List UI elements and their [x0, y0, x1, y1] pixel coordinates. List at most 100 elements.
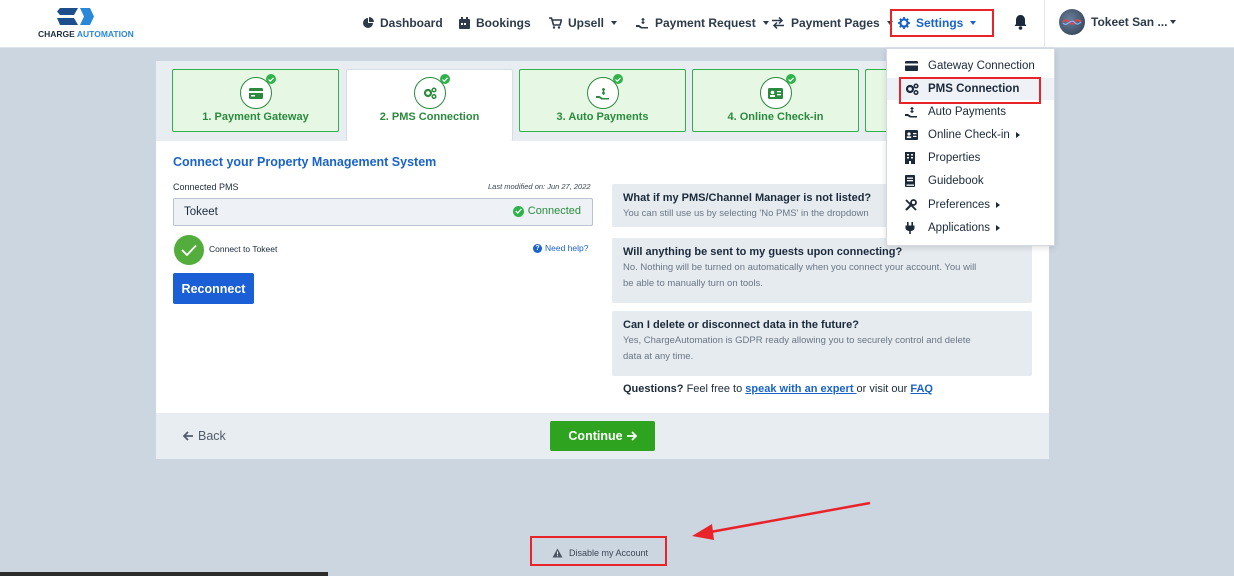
logo-icon [57, 8, 94, 25]
hand-dollar-icon [905, 107, 917, 118]
hand-dollar-icon [595, 87, 609, 99]
chevron-down-icon [762, 21, 769, 25]
questions-line: Questions? Feel free to speak with an ex… [623, 383, 933, 395]
chevron-right-icon [996, 202, 1001, 208]
chevron-down-icon [611, 21, 618, 25]
annotation-pms-highlight [899, 77, 1041, 104]
step-online-check-in[interactable]: 4. Online Check-in [692, 69, 859, 132]
menu-item-gateway-connection[interactable]: Gateway Connection [887, 55, 1054, 77]
check-icon [785, 74, 796, 84]
id-card-icon [768, 87, 783, 99]
menu-item-label: Guidebook [928, 175, 984, 187]
menu-item-label: Auto Payments [928, 106, 1006, 118]
step-label: 4. Online Check-in [727, 111, 824, 123]
dashboard-icon [363, 17, 374, 28]
avatar[interactable] [1059, 9, 1085, 35]
step-icon-circle [759, 74, 796, 109]
connect-to-pms-label: Connect to Tokeet [209, 244, 278, 254]
faq-question: Can I delete or disconnect data in the f… [623, 319, 859, 331]
connected-pms-field[interactable]: Tokeet Connected [173, 198, 593, 226]
continue-button[interactable]: Continue [550, 421, 655, 451]
step-payment-gateway[interactable]: 1. Payment Gateway [172, 69, 339, 132]
step-label: 2. PMS Connection [379, 111, 480, 123]
disable-account-text: Disable my Account [569, 548, 649, 558]
user-menu[interactable]: Tokeet San ... [1091, 15, 1177, 29]
nav-label: Bookings [476, 16, 531, 30]
menu-item-label: Online Check-in [928, 129, 1010, 141]
check-circle-icon [512, 205, 524, 217]
faq-answer: be able to manually turn on tools. [623, 278, 763, 289]
menu-item-label: Gateway Connection [928, 60, 1035, 72]
annotation-settings-highlight [890, 9, 994, 37]
step-pms-connection[interactable]: 2. PMS Connection [346, 69, 513, 141]
reconnect-button[interactable]: Reconnect [173, 273, 254, 304]
questions-text: or visit our [856, 383, 911, 395]
need-help-link[interactable]: ? Need help? [533, 243, 588, 253]
faq-question: Will anything be sent to my guests upon … [623, 246, 903, 258]
credit-card-icon [248, 87, 263, 99]
disable-account-link[interactable]: Disable my Account [552, 548, 648, 558]
credit-card-icon [905, 61, 918, 71]
step-label: 1. Payment Gateway [202, 111, 309, 123]
nav-upsell[interactable]: Upsell [549, 13, 618, 33]
menu-item-preferences[interactable]: Preferences [887, 194, 1054, 216]
back-label: Back [198, 429, 226, 443]
nav-label: Payment Request [655, 16, 756, 30]
brand-logo[interactable]: CHARGE AUTOMATION [38, 6, 134, 42]
faq-item: Will anything be sent to my guests upon … [612, 238, 1032, 303]
gears-icon [423, 87, 437, 99]
status-text: Connected [527, 205, 581, 217]
nav-label: Payment Pages [791, 16, 880, 30]
menu-item-properties[interactable]: Properties [887, 147, 1054, 169]
exchange-icon [772, 17, 784, 29]
nav-bookings[interactable]: Bookings [459, 13, 531, 33]
arrow-left-icon [183, 431, 193, 441]
question-circle-icon: ? [533, 243, 542, 253]
connect-check-icon[interactable] [174, 235, 204, 265]
chevron-right-icon [1015, 132, 1020, 138]
check-icon [265, 74, 276, 84]
faq-link[interactable]: FAQ [910, 383, 933, 395]
speak-with-expert-link[interactable]: speak with an expert [745, 383, 856, 395]
plug-icon [905, 222, 915, 234]
menu-item-label: Preferences [928, 199, 991, 211]
nav-payment-request[interactable]: Payment Request [636, 13, 769, 33]
calendar-icon [459, 17, 470, 29]
status-badge: Connected [512, 205, 581, 217]
need-help-text: Need help? [545, 243, 589, 253]
warning-icon [552, 548, 563, 558]
menu-item-online-check-in[interactable]: Online Check-in [887, 124, 1054, 146]
questions-text: Feel free to [683, 383, 746, 395]
faq-item: Can I delete or disconnect data in the f… [612, 311, 1032, 376]
last-modified: Last modified on: Jun 27, 2022 [488, 182, 591, 191]
avatar-image-icon [1062, 19, 1082, 25]
arrow-right-icon [626, 431, 637, 441]
connected-pms-label: Connected PMS [173, 182, 239, 192]
cart-icon [549, 17, 562, 29]
building-icon [905, 152, 915, 164]
check-icon [439, 74, 450, 84]
check-icon [612, 74, 623, 84]
back-button[interactable]: Back [183, 429, 226, 443]
faq-answer: data at any time. [623, 351, 694, 362]
user-name: Tokeet San ... [1091, 15, 1168, 29]
step-auto-payments[interactable]: 3. Auto Payments [519, 69, 686, 132]
questions-prefix: Questions? [623, 383, 684, 395]
nav-payment-pages[interactable]: Payment Pages [771, 13, 893, 33]
bell-icon[interactable] [1014, 14, 1027, 30]
brand-name: CHARGE AUTOMATION [38, 29, 134, 39]
continue-label: Continue [568, 429, 623, 443]
tools-icon [905, 199, 917, 211]
pms-value: Tokeet [184, 206, 218, 218]
step-icon-circle [413, 74, 450, 109]
section-title: Connect your Property Management System [173, 155, 437, 169]
menu-item-guidebook[interactable]: Guidebook [887, 170, 1054, 192]
taskbar-edge [0, 572, 328, 576]
menu-item-auto-payments[interactable]: Auto Payments [887, 101, 1054, 123]
nav-label: Upsell [568, 16, 605, 30]
menu-item-label: Properties [928, 152, 981, 164]
chevron-down-icon [1170, 20, 1177, 24]
nav-label: Dashboard [380, 16, 443, 30]
nav-dashboard[interactable]: Dashboard [362, 13, 443, 33]
menu-item-applications[interactable]: Applications [887, 217, 1054, 239]
